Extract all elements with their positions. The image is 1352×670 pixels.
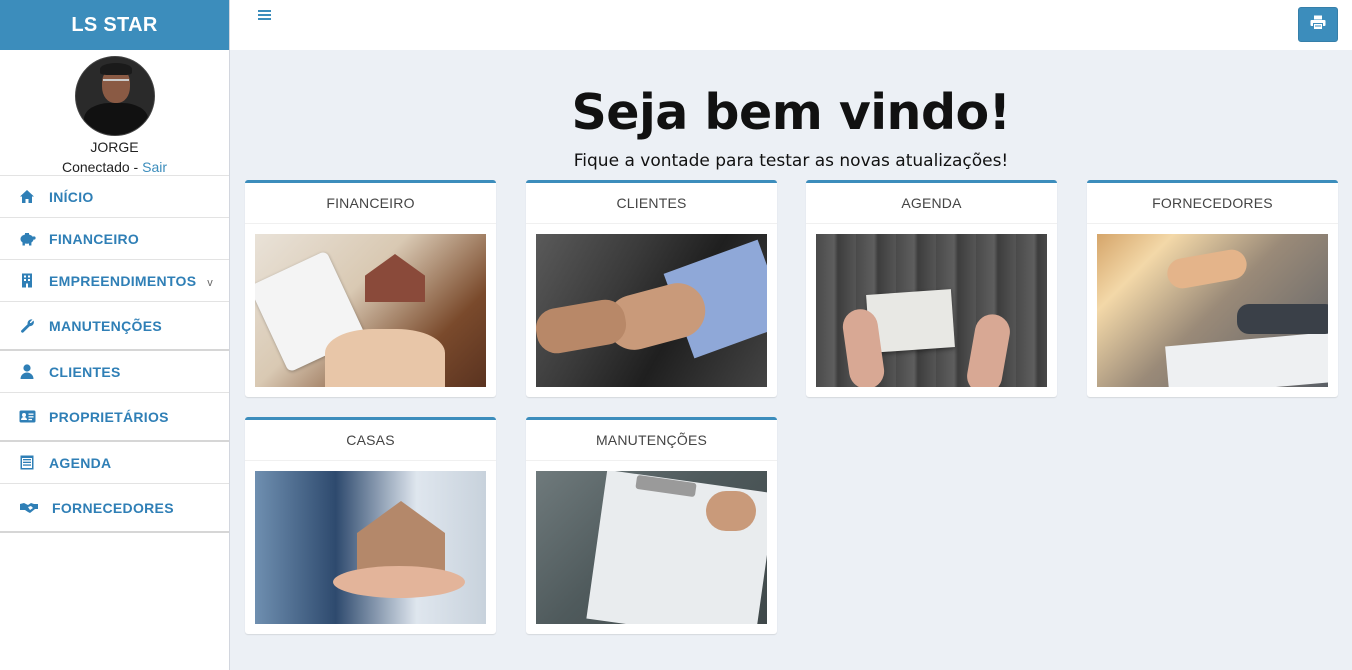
card-financeiro[interactable]: FINANCEIRO	[245, 180, 496, 397]
wrench-icon	[18, 318, 36, 334]
daily-report-image	[536, 471, 767, 624]
card-title: FINANCEIRO	[245, 183, 496, 224]
sidebar-menu: INÍCIO FINANCEIRO EMPREENDIMENTOS v MANU…	[0, 176, 229, 533]
card-casas[interactable]: CASAS	[245, 417, 496, 634]
sidebar-item-clientes[interactable]: CLIENTES	[0, 351, 229, 393]
sidebar-item-label: FINANCEIRO	[49, 230, 140, 247]
sidebar-item-label: FORNECEDORES	[52, 499, 174, 516]
avatar	[74, 56, 155, 136]
house-model-image	[255, 471, 486, 624]
sidebar-item-manutencoes[interactable]: MANUTENÇÕES	[0, 302, 229, 351]
status-text: Conectado -	[61, 159, 143, 175]
sidebar-item-agenda[interactable]: AGENDA	[0, 442, 229, 484]
calendar-icon	[18, 455, 36, 471]
user-panel: JORGE Conectado - Sair	[0, 50, 229, 176]
handshake-image	[536, 234, 767, 387]
sidebar-item-label: EMPREENDIMENTOS	[49, 272, 197, 289]
sidebar-item-label: MANUTENÇÕES	[49, 317, 162, 334]
card-title: CLIENTES	[526, 183, 777, 224]
card-fornecedores[interactable]: FORNECEDORES	[1087, 180, 1338, 397]
printer-icon	[1310, 15, 1326, 35]
sidebar-item-label: INÍCIO	[49, 188, 94, 205]
card-title: MANUTENÇÕES	[526, 420, 777, 461]
user-status: Conectado - Sair	[0, 159, 229, 175]
chevron-down-icon: v	[207, 276, 213, 289]
piggy-bank-icon	[18, 231, 36, 247]
sidebar-item-fornecedores[interactable]: FORNECEDORES	[0, 484, 229, 533]
sidebar-item-label: CLIENTES	[49, 363, 121, 380]
hamburger-icon[interactable]	[258, 8, 271, 26]
sidebar: LS STAR JORGE Conectado - Sair INÍCIO FI…	[0, 0, 230, 670]
sidebar-item-label: PROPRIETÁRIOS	[49, 408, 169, 425]
print-button[interactable]	[1298, 7, 1338, 42]
page-subtitle: Fique a vontade para testar as novas atu…	[573, 151, 1009, 171]
user-icon	[18, 364, 36, 380]
id-card-icon	[18, 409, 36, 425]
card-title: CASAS	[245, 420, 496, 461]
brand-logo[interactable]: LS STAR	[0, 0, 229, 50]
handshake-icon	[18, 500, 39, 516]
sidebar-item-financeiro[interactable]: FINANCEIRO	[0, 218, 229, 260]
user-name: JORGE	[90, 139, 139, 155]
building-icon	[18, 273, 36, 289]
sidebar-item-label: AGENDA	[49, 454, 112, 471]
top-bar	[230, 0, 1352, 50]
notebook-desk-image	[816, 234, 1047, 387]
card-title: FORNECEDORES	[1087, 183, 1338, 224]
sidebar-item-empreendimentos[interactable]: EMPREENDIMENTOS v	[0, 260, 229, 302]
page-title: Seja bem vindo!	[571, 84, 1011, 141]
home-icon	[18, 189, 36, 205]
sidebar-item-proprietarios[interactable]: PROPRIETÁRIOS	[0, 393, 229, 442]
card-clientes[interactable]: CLIENTES	[526, 180, 777, 397]
card-manutencoes[interactable]: MANUTENÇÕES	[526, 417, 777, 634]
calculator-house-image	[255, 234, 486, 387]
card-title: AGENDA	[806, 183, 1057, 224]
main-content: Seja bem vindo! Fique a vontade para tes…	[230, 50, 1352, 670]
logout-link[interactable]: Sair	[142, 159, 167, 175]
business-handshake-image	[1097, 234, 1328, 387]
card-agenda[interactable]: AGENDA	[806, 180, 1057, 397]
sidebar-item-inicio[interactable]: INÍCIO	[0, 176, 229, 218]
